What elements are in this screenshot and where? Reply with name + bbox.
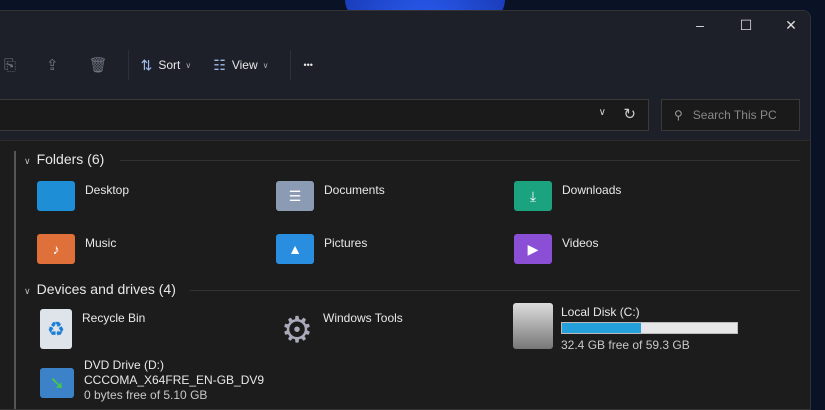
downloads-folder-icon: ⤓	[514, 181, 552, 211]
folder-label: Videos	[562, 236, 599, 250]
folder-label: Documents	[324, 183, 385, 197]
folder-label: Downloads	[562, 183, 622, 197]
videos-folder-icon: ▶	[514, 234, 552, 264]
file-explorer-window: – ☐ ✕ ⎘ ⇪ 🗑 ⇅ Sort ∨ ☷ View ∨ ••• ∨ ↻ ⚲ Searc…	[0, 10, 811, 410]
recycle-bin-icon: ♻	[40, 309, 72, 349]
maximize-button[interactable]: ☐	[726, 17, 766, 34]
local-disk-free: 32.4 GB free of 59.3 GB	[561, 338, 690, 352]
view-label: View	[231, 58, 258, 72]
local-disk-c[interactable]: Local Disk (C:) 32.4 GB free of 59.3 GB	[513, 303, 738, 352]
command-bar-area: – ☐ ✕ ⎘ ⇪ 🗑 ⇅ Sort ∨ ☷ View ∨ ••• ∨ ↻ ⚲ Searc…	[0, 11, 810, 141]
search-input[interactable]: ⚲ Search This PC	[661, 99, 800, 131]
sort-button[interactable]: ⇅ Sort ∨	[141, 57, 192, 74]
sort-label: Sort	[158, 58, 181, 72]
navigation-pane-scrollbar[interactable]	[14, 151, 16, 409]
delete-icon[interactable]: 🗑	[89, 56, 108, 74]
toolbar-divider	[290, 50, 292, 80]
dvd-drive-d[interactable]: ➘ DVD Drive (D:) CCCOMA_X64FRE_EN-GB_DV9…	[40, 358, 264, 403]
folder-label: Music	[85, 236, 117, 250]
gear-icon: ⚙	[280, 309, 314, 350]
recycle-bin[interactable]: ♻ Recycle Bin	[40, 309, 145, 349]
minimize-button[interactable]: –	[680, 17, 720, 33]
address-bar[interactable]: ∨ ↻	[0, 99, 649, 131]
folders-header[interactable]: ∨ Folders (6)	[24, 151, 104, 167]
drives-header[interactable]: ∨ Devices and drives (4)	[24, 281, 176, 297]
sort-icon: ⇅	[140, 56, 153, 73]
divider	[120, 160, 800, 161]
chevron-down-icon: ∨	[24, 156, 31, 166]
folder-videos[interactable]: ▶ Videos	[514, 234, 598, 264]
dvd-drive-label: DVD Drive (D:)	[84, 358, 164, 372]
view-icon: ☷	[213, 56, 226, 73]
disk-usage-bar	[561, 322, 738, 334]
view-button[interactable]: ☷ View ∨	[213, 57, 268, 74]
toolbar-divider	[127, 50, 129, 80]
dvd-free: 0 bytes free of 5.10 GB	[84, 388, 208, 402]
share-icon[interactable]: ⇪	[46, 56, 59, 74]
folder-pictures[interactable]: ▲ Pictures	[276, 234, 367, 264]
disk-usage-fill	[562, 323, 642, 333]
local-disk-label: Local Disk (C:)	[561, 305, 640, 319]
chevron-down-icon[interactable]: ∨	[599, 107, 606, 118]
folders-header-label: Folders (6)	[36, 151, 105, 167]
more-options-button[interactable]: •••	[303, 60, 312, 70]
folder-label: Desktop	[85, 183, 130, 197]
drives-header-label: Devices and drives (4)	[36, 281, 176, 297]
folder-downloads[interactable]: ⤓ Downloads	[514, 181, 621, 211]
toolbar: ⎘ ⇪ 🗑 ⇅ Sort ∨ ☷ View ∨ •••	[0, 50, 335, 80]
recycle-bin-label: Recycle Bin	[82, 311, 146, 325]
windows-tools[interactable]: ⚙ Windows Tools	[276, 309, 403, 351]
windows-tools-label: Windows Tools	[323, 311, 403, 325]
refresh-icon[interactable]: ↻	[623, 105, 636, 123]
search-placeholder: Search This PC	[692, 108, 777, 122]
desktop-folder-icon	[37, 181, 75, 211]
rename-icon[interactable]: ⎘	[4, 57, 16, 74]
folder-documents[interactable]: ☰ Documents	[276, 181, 385, 211]
dvd-drive-icon: ➘	[40, 368, 74, 398]
documents-folder-icon: ☰	[276, 181, 314, 211]
dvd-volume-label: CCCOMA_X64FRE_EN-GB_DV9	[84, 373, 265, 387]
hard-drive-icon	[513, 303, 553, 349]
pictures-folder-icon: ▲	[276, 234, 314, 264]
chevron-down-icon: ∨	[24, 286, 31, 296]
divider	[190, 290, 800, 291]
folder-desktop[interactable]: Desktop	[37, 181, 129, 211]
chevron-down-icon: ∨	[262, 60, 269, 70]
chevron-down-icon: ∨	[185, 60, 192, 70]
search-icon: ⚲	[674, 108, 683, 122]
folder-label: Pictures	[324, 236, 368, 250]
close-button[interactable]: ✕	[771, 17, 810, 34]
music-folder-icon: ♪	[37, 234, 75, 264]
folder-music[interactable]: ♪ Music	[37, 234, 116, 264]
